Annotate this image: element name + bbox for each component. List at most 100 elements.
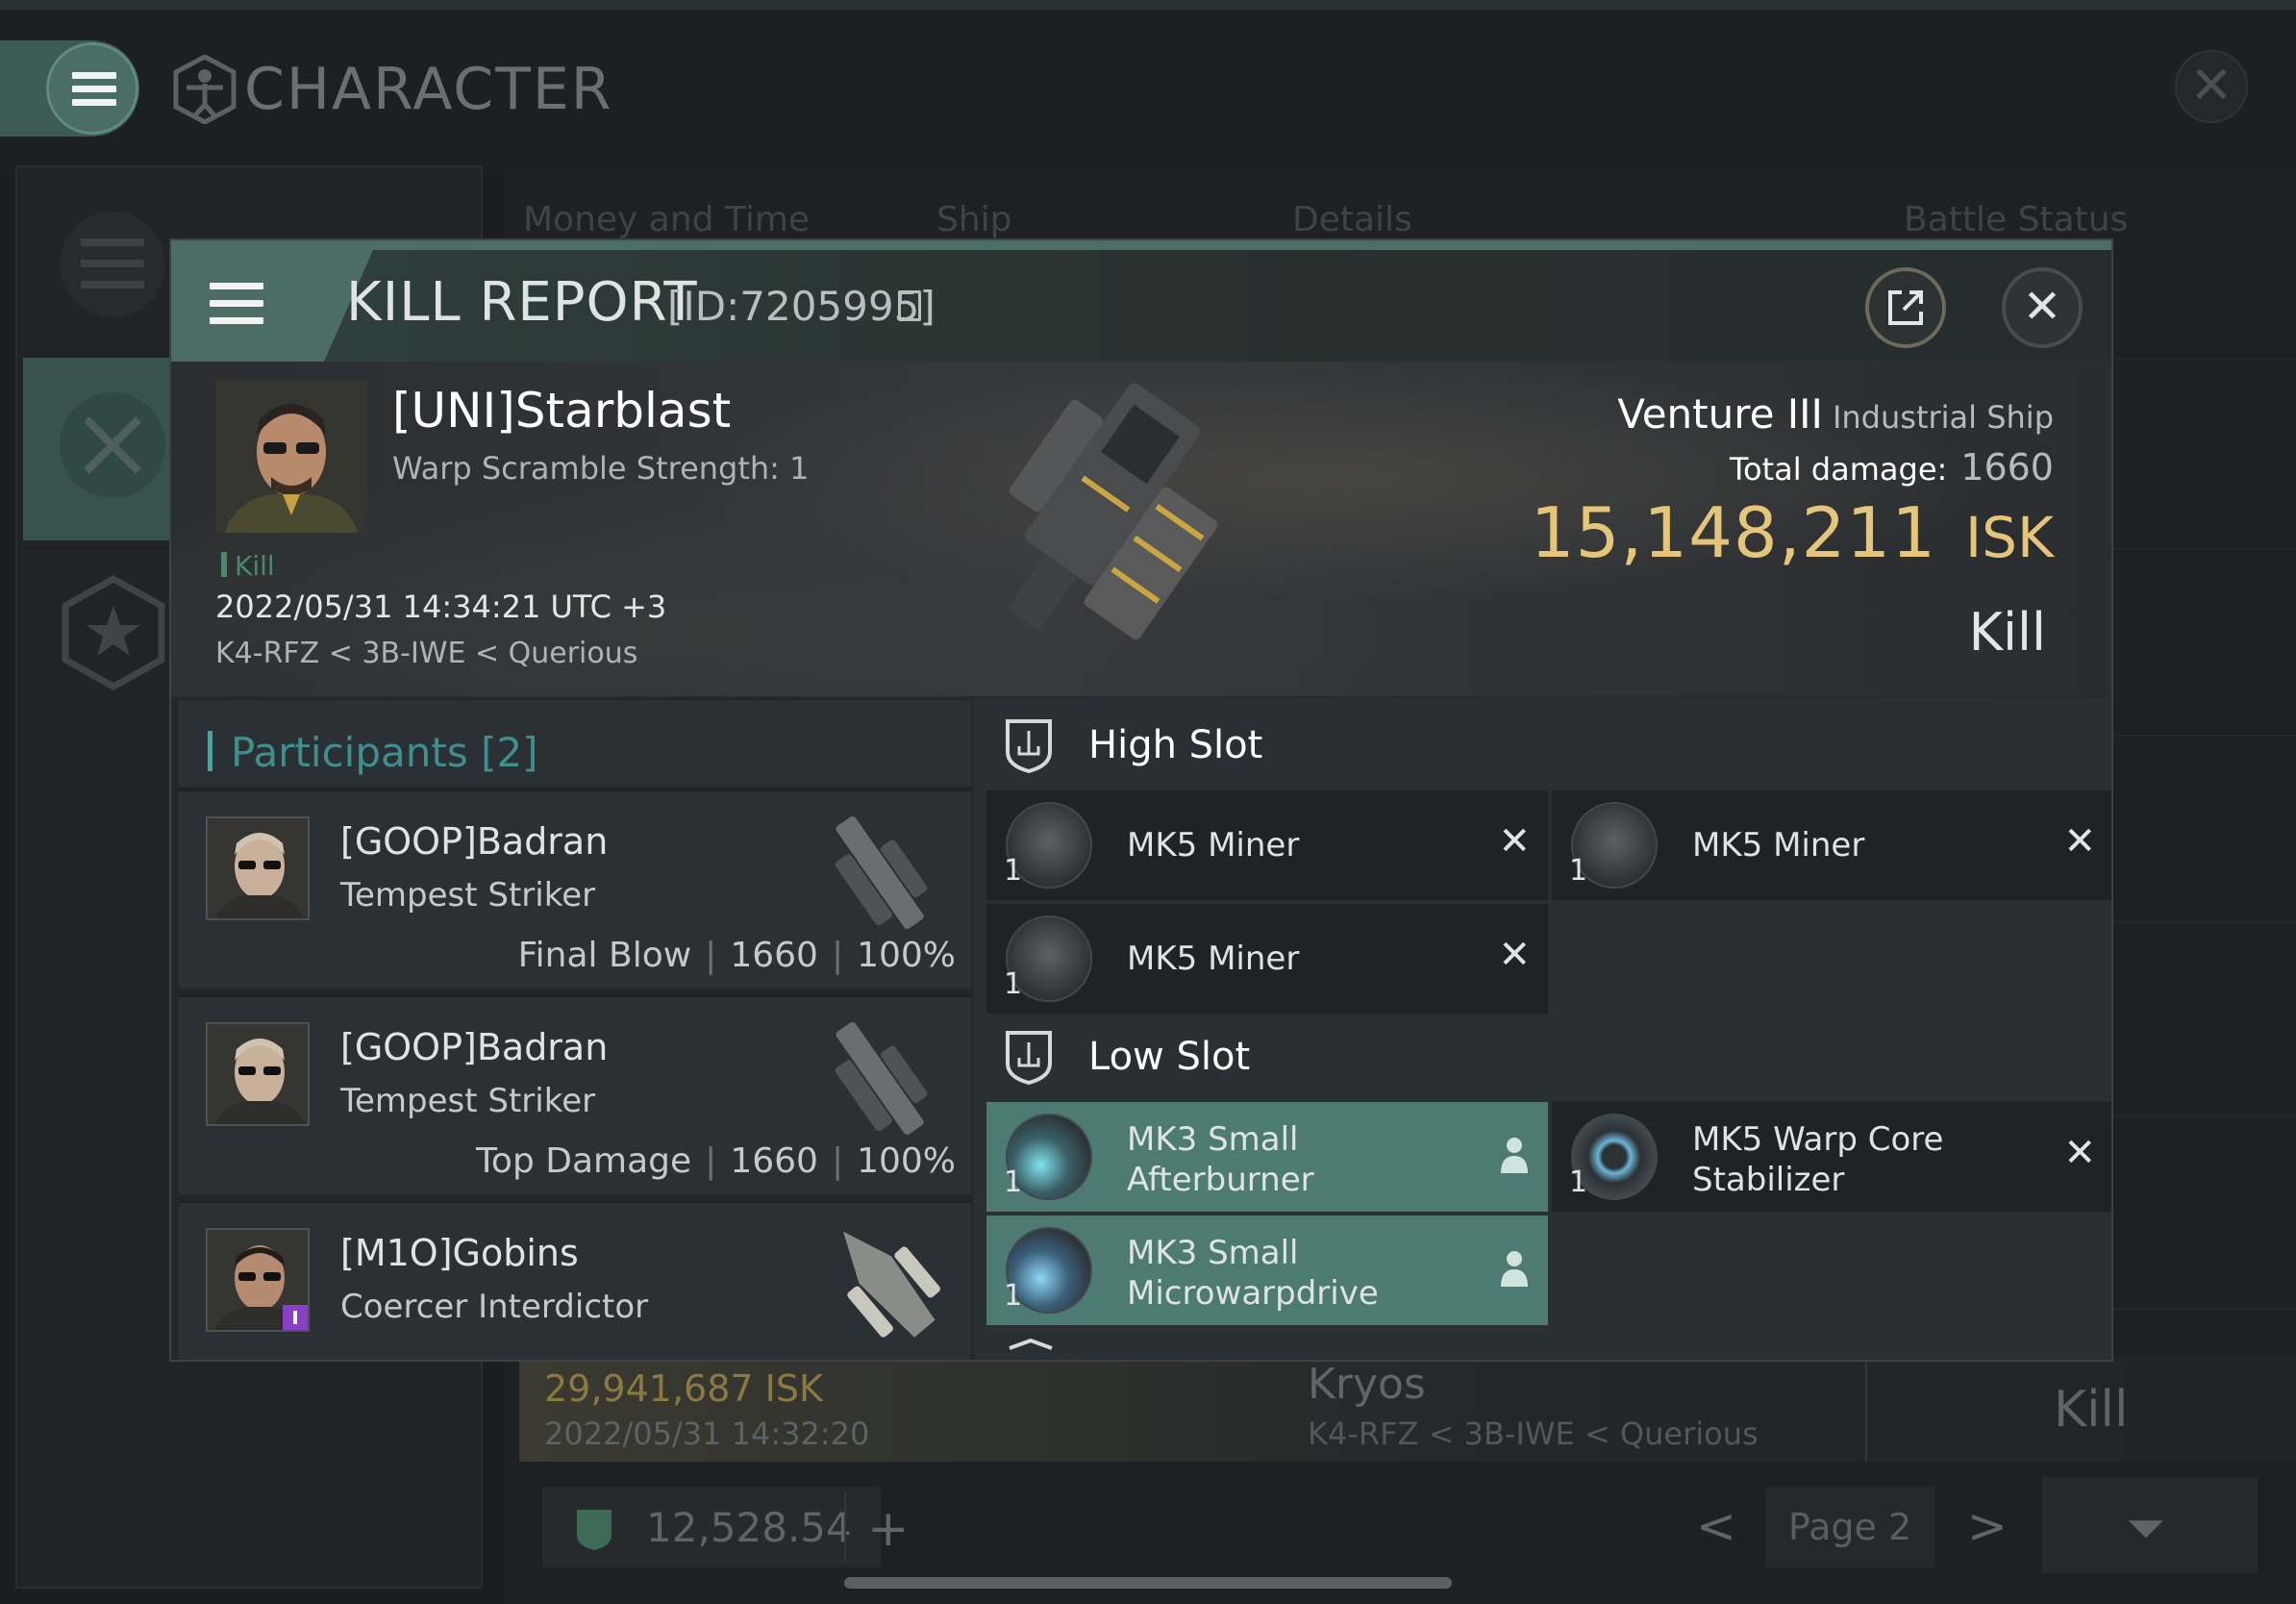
- wallet-icon: [577, 1510, 611, 1550]
- window-close-button[interactable]: ✕: [2175, 50, 2248, 123]
- module-name: MK5 Warp Core Stabilizer: [1692, 1119, 1943, 1200]
- column-battle-status: Battle Status: [1904, 200, 2129, 239]
- participant-ship-icon: [835, 815, 928, 929]
- participants-count: [2]: [481, 729, 538, 776]
- prev-page-button[interactable]: <: [1696, 1498, 1736, 1554]
- row-result: Kill: [2054, 1381, 2129, 1439]
- high-slot-header: High Slot: [975, 698, 2111, 790]
- x-icon: ✕: [1498, 933, 1531, 977]
- ship-name[interactable]: Venture III: [1617, 390, 1823, 438]
- participant-name[interactable]: [GOOP]Badran: [340, 1026, 608, 1068]
- module-item[interactable]: 1 MK3 Small Microwarpdrive: [986, 1216, 1548, 1325]
- module-item[interactable]: 1 MK3 Small Afterburner: [986, 1102, 1548, 1212]
- module-name: MK5 Miner: [1127, 940, 1300, 978]
- participant-ship-icon: [842, 1231, 940, 1338]
- module-name-line1: MK5 Warp Core: [1692, 1120, 1944, 1159]
- victim-name[interactable]: [UNI]Starblast: [392, 383, 731, 439]
- module-item[interactable]: 1 MK5 Miner ✕: [986, 904, 1548, 1014]
- module-name: MK5 Miner: [1692, 826, 1865, 865]
- character-icon: [173, 55, 237, 124]
- participant-name[interactable]: [M1O]Gobins: [340, 1232, 579, 1274]
- participant-role: Top Damage: [476, 1141, 692, 1181]
- column-ship: Ship: [936, 200, 1012, 239]
- hamburger-icon: [72, 72, 116, 79]
- filter-icon: ⏷: [2127, 1500, 2165, 1556]
- participant-damage: 1660: [730, 1141, 818, 1181]
- add-funds-button[interactable]: +: [867, 1500, 910, 1558]
- modal-close-button[interactable]: ✕: [2002, 267, 2083, 348]
- sidebar-item-medals[interactable]: [60, 575, 167, 690]
- isk-value-line: 15,148,211 ISK: [1229, 492, 2054, 573]
- module-name-line2: Microwarpdrive: [1127, 1274, 1379, 1313]
- avatar: [206, 1022, 310, 1126]
- sidebar-item-combat[interactable]: [60, 392, 165, 498]
- victim-portrait[interactable]: [215, 381, 367, 533]
- participant-row[interactable]: [M1O]Gobins Coercer Interdictor: [179, 1200, 971, 1360]
- low-slot-header: Low Slot: [975, 1010, 2111, 1102]
- wallet-divider: [844, 1492, 846, 1562]
- module-name-line1: MK3 Small: [1127, 1234, 1299, 1272]
- row-date: 2022/05/31 14:32:20: [544, 1416, 870, 1452]
- total-damage-label: Total damage:: [1729, 451, 1948, 488]
- column-money-time: Money and Time: [523, 200, 811, 239]
- next-slot-shield-icon: [1009, 1339, 1053, 1350]
- kill-flag: Kill: [235, 550, 275, 582]
- sidebar-item-menu[interactable]: [60, 212, 165, 317]
- participant-ship: Tempest Striker: [340, 876, 596, 915]
- share-button[interactable]: [1865, 267, 1946, 348]
- slot-shield-icon: [1006, 1031, 1052, 1085]
- isk-value: 15,148,211: [1530, 492, 1937, 573]
- modal-menu-button[interactable]: [171, 250, 315, 362]
- ship-class: Industrial Ship: [1832, 399, 2054, 436]
- row-divider-vertical: [1865, 1356, 1867, 1462]
- x-icon: ✕: [1498, 819, 1531, 864]
- module-name: MK3 Small Afterburner: [1127, 1119, 1314, 1200]
- filter-button[interactable]: ⏷: [2042, 1477, 2258, 1573]
- list-icon: [81, 238, 144, 288]
- module-item[interactable]: 1 MK5 Warp Core Stabilizer ✕: [1552, 1102, 2111, 1212]
- module-name-line2: Afterburner: [1127, 1161, 1314, 1199]
- avatar: [206, 816, 310, 920]
- row-ship: Kryos: [1308, 1360, 1426, 1409]
- page-indicator: Page 2: [1765, 1487, 1934, 1567]
- total-damage-line: Total damage: 1660: [1229, 446, 2054, 489]
- kill-report-modal: KILL REPORT [ID:7205995] ✕ [UNI]Starblas…: [169, 238, 2113, 1362]
- wallet-value: 12,528.54: [646, 1504, 852, 1551]
- horizontal-scrollbar[interactable]: [844, 1577, 1452, 1589]
- module-name-line1: MK3 Small: [1127, 1120, 1299, 1159]
- module-name: MK3 Small Microwarpdrive: [1127, 1233, 1379, 1314]
- row-location: K4-RFZ < 3B-IWE < Querious: [1308, 1416, 1759, 1452]
- participant-row[interactable]: [GOOP]Badran Tempest Striker Final Blow |…: [179, 789, 971, 989]
- module-quantity: 1: [1004, 1279, 1023, 1313]
- pilot-icon: [1501, 1251, 1528, 1287]
- window-title: CHARACTER: [244, 56, 613, 123]
- participant-percent: 100%: [857, 1141, 956, 1181]
- crossed-swords-icon: [84, 416, 141, 474]
- low-slot-title: Low Slot: [1088, 1035, 1251, 1079]
- next-page-button[interactable]: >: [1967, 1498, 2008, 1554]
- module-item[interactable]: 1 MK5 Miner ✕: [986, 790, 1548, 900]
- participant-ship: Tempest Striker: [340, 1082, 596, 1120]
- row-isk: 29,941,687 ISK: [544, 1367, 823, 1410]
- top-strip: [0, 0, 2296, 10]
- avatar: [206, 1228, 310, 1332]
- page-label: Page 2: [1787, 1506, 1912, 1548]
- module-quantity: 1: [1004, 967, 1023, 1001]
- column-details: Details: [1292, 200, 1412, 239]
- participants-label: Participants: [231, 729, 468, 776]
- kill-flag-bar: [221, 552, 227, 577]
- hamburger-icon: [210, 283, 263, 289]
- module-quantity: 1: [1569, 1165, 1588, 1199]
- modal-title: KILL REPORT: [346, 271, 698, 334]
- participants-title: Participants [2]: [231, 729, 538, 776]
- kill-location[interactable]: K4-RFZ < 3B-IWE < Querious: [215, 637, 637, 670]
- participant-name[interactable]: [GOOP]Badran: [340, 820, 608, 863]
- participant-ship: Coercer Interdictor: [340, 1288, 649, 1326]
- module-item[interactable]: 1 MK5 Miner ✕: [1552, 790, 2111, 900]
- modal-accent-line: [171, 240, 2111, 250]
- copy-icon[interactable]: [898, 290, 921, 321]
- participant-row[interactable]: [GOOP]Badran Tempest Striker Top Damage |…: [179, 994, 971, 1194]
- external-link-icon: [1888, 290, 1923, 325]
- pilot-icon: [1501, 1138, 1528, 1173]
- main-menu-button[interactable]: [46, 42, 138, 135]
